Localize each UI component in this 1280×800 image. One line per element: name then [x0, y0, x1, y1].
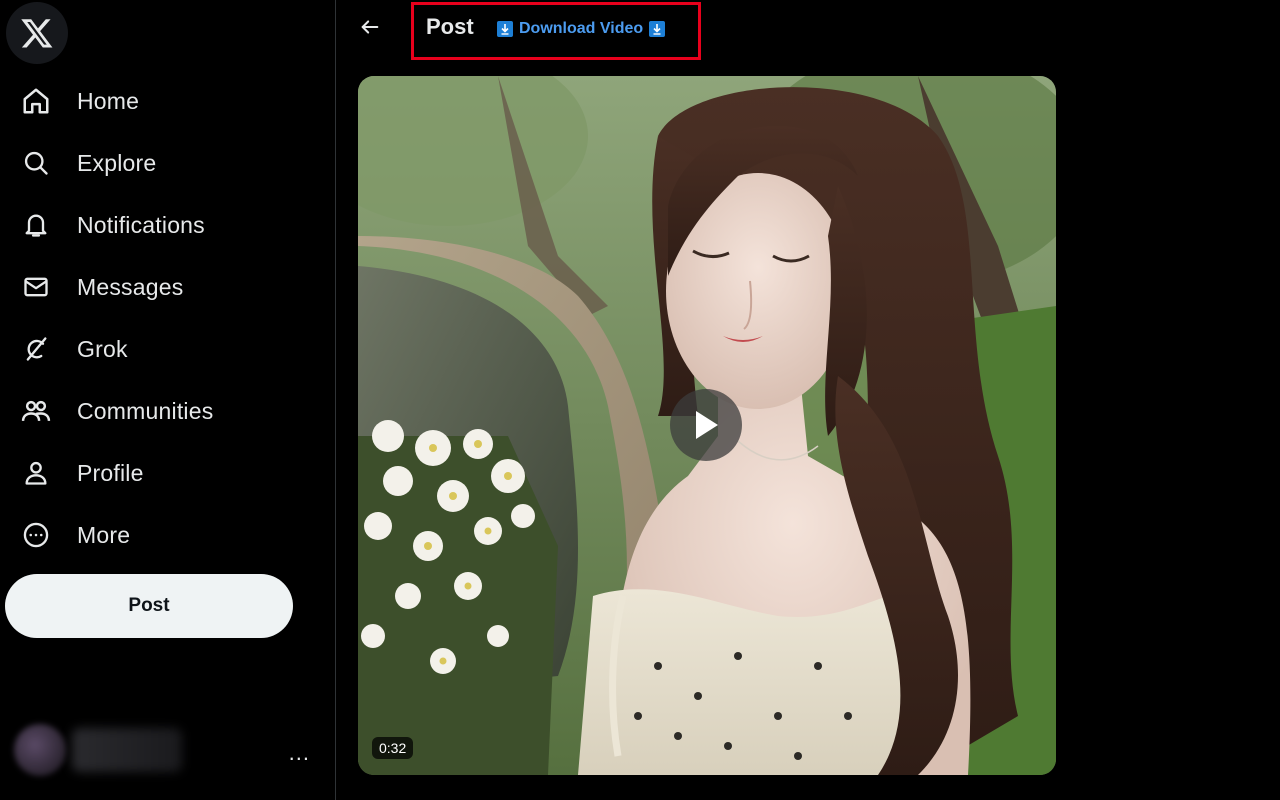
nav-item-profile[interactable]: Profile: [0, 442, 336, 504]
people-icon: [20, 395, 52, 427]
nav-label: Home: [77, 87, 140, 114]
download-video-label: Download Video: [519, 20, 644, 37]
account-switcher[interactable]: ...: [12, 718, 312, 784]
nav-item-more[interactable]: More: [0, 504, 336, 566]
nav-item-messages[interactable]: Messages: [0, 256, 336, 318]
nav-label: Messages: [77, 273, 184, 300]
nav-item-explore[interactable]: Explore: [0, 132, 336, 194]
nav-item-home[interactable]: Home: [0, 70, 336, 132]
nav-label: Profile: [77, 459, 144, 486]
nav-label: Grok: [77, 335, 128, 362]
bell-icon: [20, 209, 52, 241]
post-button[interactable]: Post: [5, 574, 293, 638]
sidebar: Home Explore Notifications Messages Grok: [0, 0, 336, 800]
avatar: [14, 724, 66, 776]
nav-label: Communities: [77, 397, 214, 424]
grok-icon: [20, 333, 52, 365]
back-button[interactable]: [355, 12, 385, 42]
play-icon: [696, 411, 718, 439]
envelope-icon: [20, 271, 52, 303]
video-duration: 0:32: [372, 737, 414, 759]
account-name-blurred: [72, 728, 182, 772]
nav-item-communities[interactable]: Communities: [0, 380, 336, 442]
nav-label: More: [77, 521, 131, 548]
arrow-left-icon: [361, 20, 379, 34]
video-player[interactable]: 0:32: [358, 76, 1056, 775]
download-video-link[interactable]: Download Video: [497, 20, 666, 38]
nav-item-grok[interactable]: Grok: [0, 318, 336, 380]
person-icon: [20, 457, 52, 489]
nav-item-notifications[interactable]: Notifications: [0, 194, 336, 256]
post-header: Post Download Video: [337, 0, 1280, 66]
play-button[interactable]: [670, 389, 742, 461]
primary-nav: Home Explore Notifications Messages Grok: [0, 70, 336, 566]
nav-label: Explore: [77, 149, 157, 176]
x-logo-icon: [21, 19, 53, 48]
more-circle-icon: [20, 519, 52, 551]
account-more-icon: ...: [288, 740, 310, 765]
x-logo[interactable]: [6, 2, 68, 64]
search-icon: [20, 147, 52, 179]
nav-label: Notifications: [77, 211, 205, 238]
download-icon: [649, 21, 666, 37]
home-icon: [20, 85, 52, 117]
page-title: Post: [426, 14, 474, 39]
download-icon: [497, 21, 513, 37]
